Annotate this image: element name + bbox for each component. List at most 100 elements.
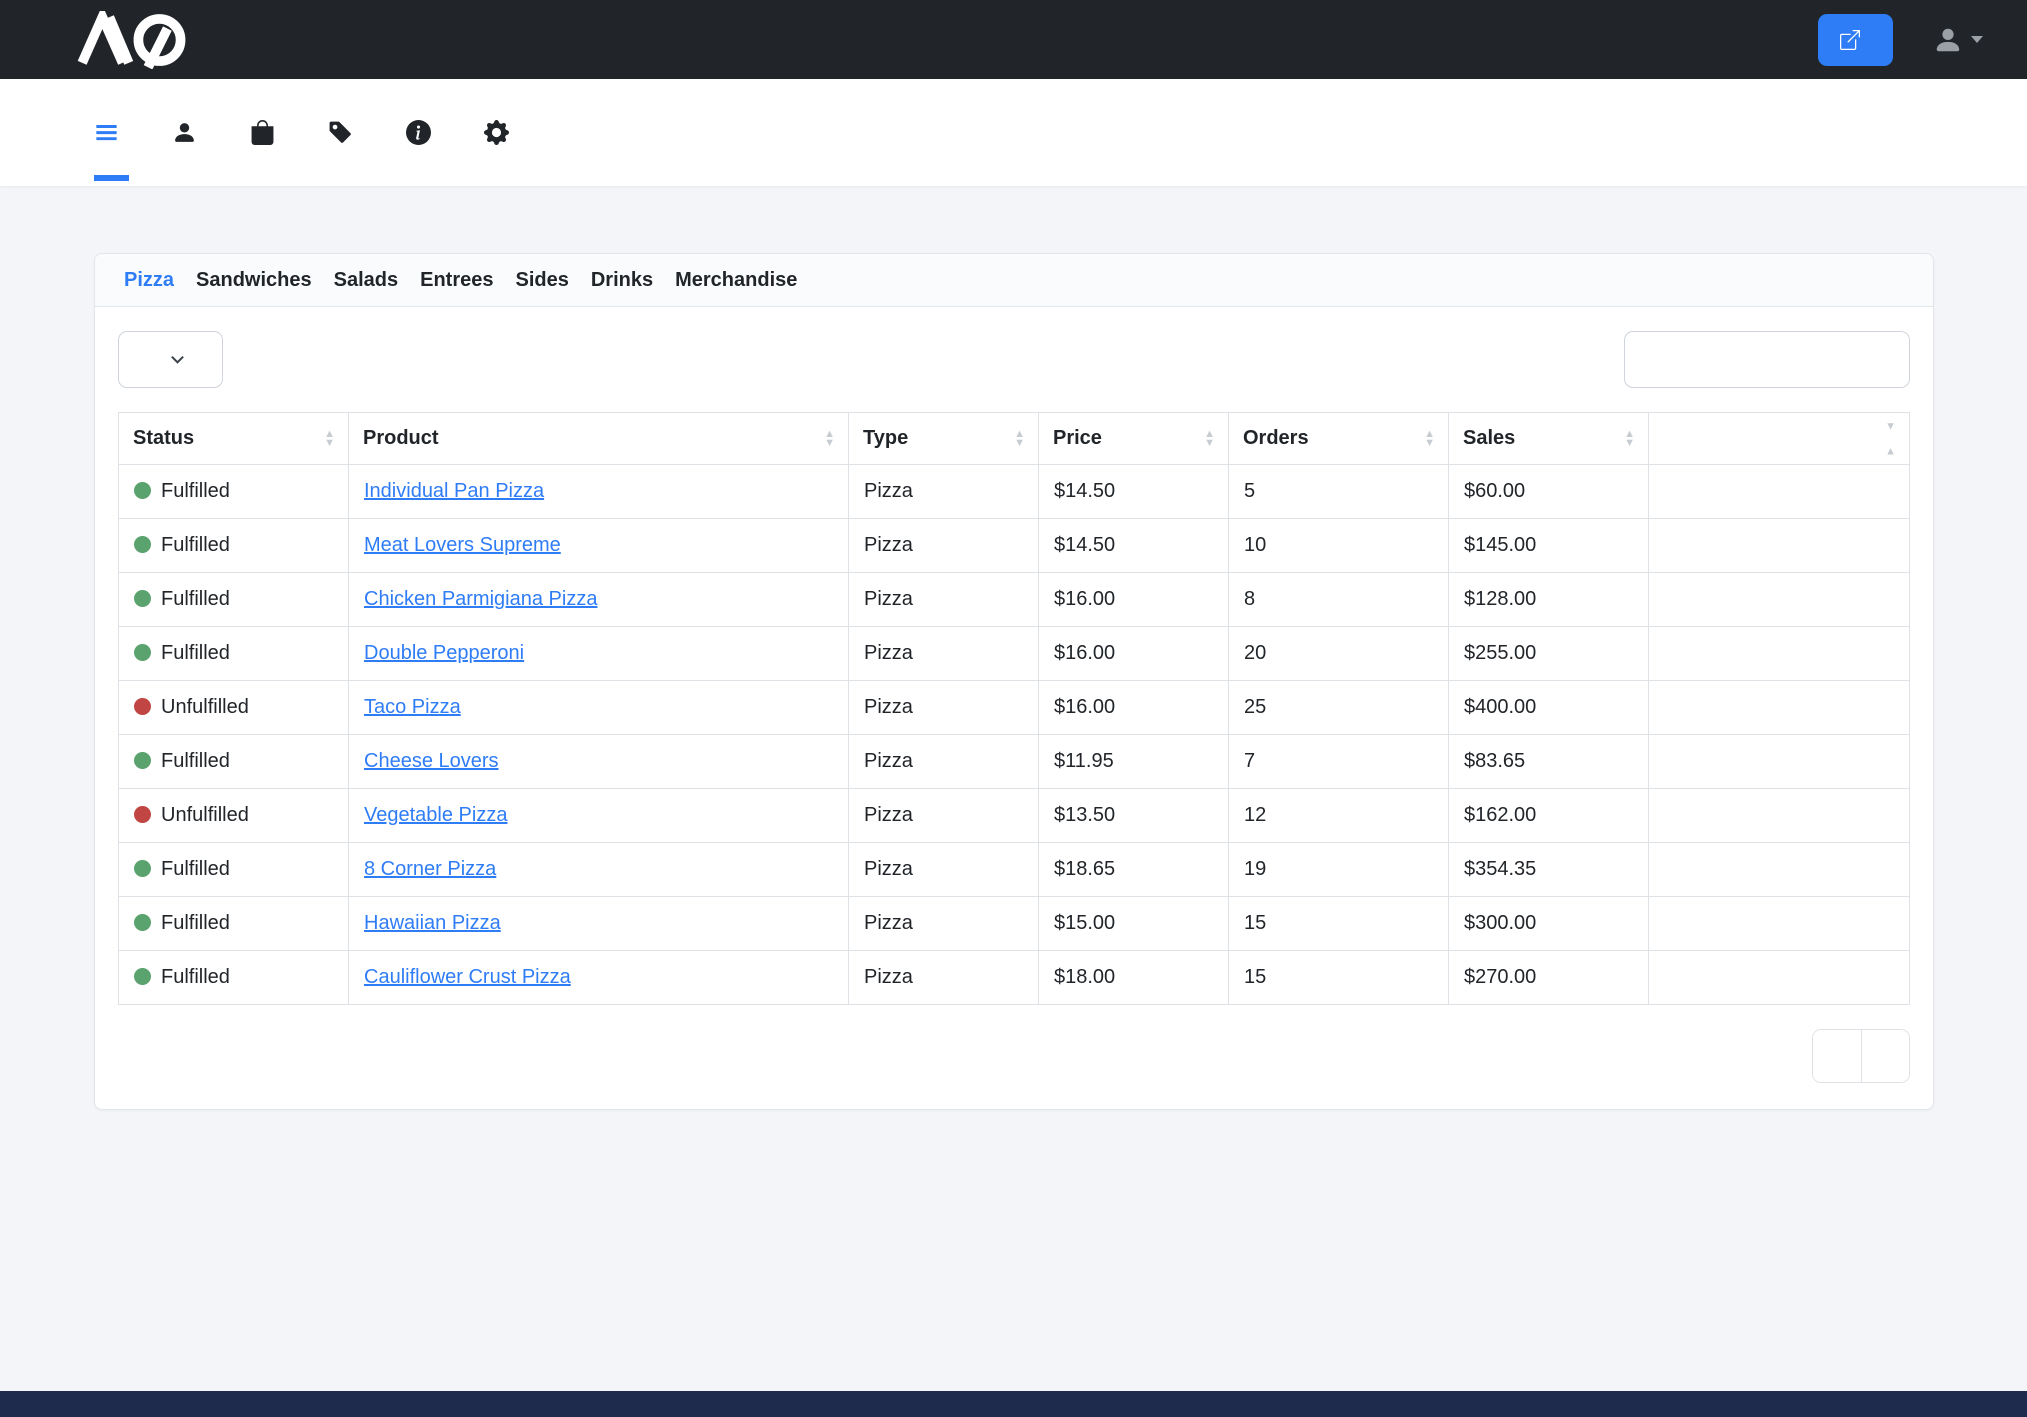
category-tab[interactable]: Salads <box>334 269 398 292</box>
product-link[interactable]: Individual Pan Pizza <box>364 480 544 502</box>
status-label: Fulfilled <box>161 588 230 610</box>
product-cell: Taco Pizza <box>349 681 849 735</box>
preview-store-button[interactable] <box>1818 14 1893 66</box>
nav-item-orders[interactable] <box>250 79 285 186</box>
nav-item-customers[interactable] <box>172 79 207 186</box>
pagination-next-button[interactable] <box>1861 1030 1909 1082</box>
product-cell: Hawaiian Pizza <box>349 897 849 951</box>
price-cell: $18.00 <box>1039 951 1229 1005</box>
product-cell: 8 Corner Pizza <box>349 843 849 897</box>
status-dot <box>134 698 151 715</box>
user-menu[interactable] <box>1933 25 1983 55</box>
product-link[interactable]: Vegetable Pizza <box>364 804 507 826</box>
actions-cell <box>1649 681 1910 735</box>
sort-icon: ▲▼ <box>324 430 335 448</box>
category-tab[interactable]: Merchandise <box>675 269 797 292</box>
status-label: Fulfilled <box>161 750 230 772</box>
orders-cell: 10 <box>1229 519 1449 573</box>
type-cell: Pizza <box>849 735 1039 789</box>
status-label: Fulfilled <box>161 642 230 664</box>
product-link[interactable]: Meat Lovers Supreme <box>364 534 561 556</box>
sort-icon: ▲▼ <box>1424 430 1435 448</box>
product-link[interactable]: Hawaiian Pizza <box>364 912 501 934</box>
table-row: Fulfilled Hawaiian Pizza Pizza $15.00 15… <box>119 897 1910 951</box>
column-header-label: Product <box>363 427 439 449</box>
hamburger-icon <box>94 120 119 145</box>
type-cell: Pizza <box>849 519 1039 573</box>
nav-item-promote[interactable] <box>328 79 363 186</box>
status-cell: Fulfilled <box>119 573 349 627</box>
category-tab[interactable]: Sides <box>516 269 569 292</box>
product-cell: Double Pepperoni <box>349 627 849 681</box>
product-cell: Cheese Lovers <box>349 735 849 789</box>
product-link[interactable]: Double Pepperoni <box>364 642 524 664</box>
actions-cell <box>1649 789 1910 843</box>
sales-cell: $255.00 <box>1449 627 1649 681</box>
table-row: Fulfilled Meat Lovers Supreme Pizza $14.… <box>119 519 1910 573</box>
price-cell: $11.95 <box>1039 735 1229 789</box>
orders-cell: 20 <box>1229 627 1449 681</box>
product-link[interactable]: Cheese Lovers <box>364 750 499 772</box>
status-dot <box>134 536 151 553</box>
price-cell: $14.50 <box>1039 465 1229 519</box>
product-link[interactable]: Chicken Parmigiana Pizza <box>364 588 597 610</box>
status-label: Fulfilled <box>161 912 230 934</box>
orders-cell: 7 <box>1229 735 1449 789</box>
sort-icon: ▲▼ <box>1204 430 1215 448</box>
product-link[interactable]: Taco Pizza <box>364 696 461 718</box>
category-tab[interactable]: Entrees <box>420 269 493 292</box>
chevron-down-icon <box>170 352 185 367</box>
chevron-down-icon <box>1971 36 1983 43</box>
column-header[interactable]: Status ▲▼ <box>119 413 349 465</box>
column-header[interactable]: Product ▲▼ <box>349 413 849 465</box>
column-header[interactable]: Price ▲▼ <box>1039 413 1229 465</box>
bag-icon <box>250 120 275 145</box>
category-tab[interactable]: Drinks <box>591 269 653 292</box>
person-icon <box>172 120 197 145</box>
column-header[interactable]: Type ▲▼ <box>849 413 1039 465</box>
product-cell: Vegetable Pizza <box>349 789 849 843</box>
column-header[interactable]: ▲▼ <box>1649 413 1910 465</box>
type-cell: Pizza <box>849 627 1039 681</box>
sales-cell: $60.00 <box>1449 465 1649 519</box>
search-input[interactable] <box>1624 331 1910 388</box>
sort-icon: ▲▼ <box>1014 430 1025 448</box>
nav-item-settings[interactable] <box>484 79 519 186</box>
menu-card: Pizza Sandwiches Salads Entrees Sides Dr… <box>94 253 1934 1110</box>
status-dot <box>134 806 151 823</box>
actions-cell <box>1649 735 1910 789</box>
sales-cell: $354.35 <box>1449 843 1649 897</box>
table-row: Fulfilled Cauliflower Crust Pizza Pizza … <box>119 951 1910 1005</box>
product-link[interactable]: Cauliflower Crust Pizza <box>364 966 571 988</box>
status-dot <box>134 482 151 499</box>
category-tab[interactable]: Sandwiches <box>196 269 312 292</box>
product-link[interactable]: 8 Corner Pizza <box>364 858 496 880</box>
actions-cell <box>1649 843 1910 897</box>
sort-icon: ▲▼ <box>1624 430 1635 448</box>
status-cell: Fulfilled <box>119 465 349 519</box>
column-header-label: Sales <box>1463 427 1515 449</box>
page-size-select[interactable] <box>118 331 223 388</box>
table-controls <box>118 331 1910 388</box>
table-footer <box>118 1029 1910 1083</box>
type-cell: Pizza <box>849 573 1039 627</box>
column-header[interactable]: Sales ▲▼ <box>1449 413 1649 465</box>
orders-cell: 15 <box>1229 897 1449 951</box>
column-header-label: Price <box>1053 427 1102 449</box>
table-row: Fulfilled Chicken Parmigiana Pizza Pizza… <box>119 573 1910 627</box>
status-cell: Unfulfilled <box>119 681 349 735</box>
status-dot <box>134 644 151 661</box>
pagination-prev-button[interactable] <box>1813 1030 1861 1082</box>
type-cell: Pizza <box>849 789 1039 843</box>
category-tab[interactable]: Pizza <box>124 269 174 292</box>
status-label: Unfulfilled <box>161 696 249 718</box>
actions-cell <box>1649 951 1910 1005</box>
active-nav-indicator <box>94 175 129 181</box>
table-header: Status ▲▼ Product ▲▼ Type ▲▼ Price ▲▼ Or… <box>119 413 1910 465</box>
status-label: Fulfilled <box>161 966 230 988</box>
sort-icon: ▲▼ <box>1885 421 1896 456</box>
status-cell: Fulfilled <box>119 843 349 897</box>
nav-item-store-info[interactable] <box>406 79 441 186</box>
column-header[interactable]: Orders ▲▼ <box>1229 413 1449 465</box>
nav-item-menu[interactable] <box>94 79 129 186</box>
